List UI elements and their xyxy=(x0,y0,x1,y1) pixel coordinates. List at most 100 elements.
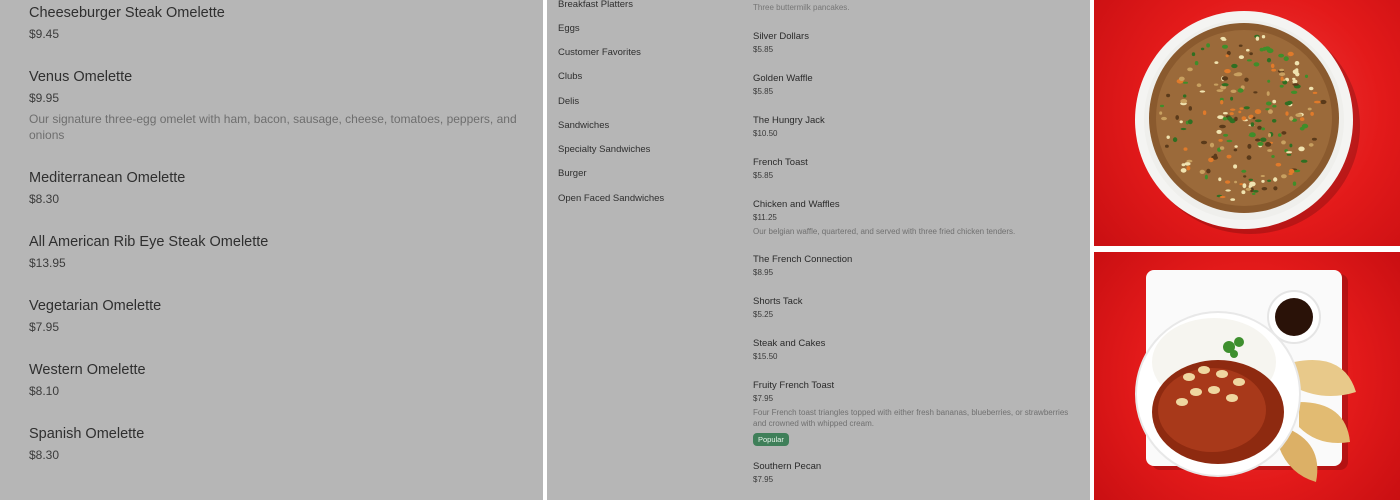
menu-item[interactable]: Silver Dollars $5.85 xyxy=(753,31,1073,55)
rice-fleck xyxy=(1226,154,1232,159)
menu-item-price: $5.85 xyxy=(753,45,774,54)
rice-fleck xyxy=(1221,83,1229,87)
rice-fleck xyxy=(1275,162,1282,167)
rice-fleck xyxy=(1248,114,1254,119)
menu-item-description: Our signature three-egg omelet with ham,… xyxy=(29,112,517,142)
rice-fleck xyxy=(1199,169,1205,174)
menu-item[interactable]: Golden Waffle $5.85 xyxy=(753,73,1073,97)
rice-fleck xyxy=(1300,117,1305,121)
menu-item[interactable]: Cheeseburger Steak Omelette $9.45 xyxy=(29,4,523,42)
rice-fleck xyxy=(1255,138,1261,142)
rice-fleck xyxy=(1289,143,1293,148)
menu-item[interactable]: The French Connection $8.95 xyxy=(753,254,1073,278)
rice-fleck xyxy=(1270,63,1275,69)
menu-item[interactable]: French Toast $5.85 xyxy=(753,157,1073,181)
menu-item[interactable]: Fruity French Toast $7.95 Four French to… xyxy=(753,380,1073,447)
rice-fleck xyxy=(1231,63,1238,69)
rice-fleck xyxy=(1230,198,1236,201)
rice-fleck xyxy=(1183,94,1187,98)
rice-fleck xyxy=(1272,99,1277,104)
chicken-rice-image[interactable] xyxy=(1094,252,1400,500)
category-link-burger[interactable]: Burger xyxy=(558,168,587,180)
menu-item[interactable]: Spanish Omelette $8.30 xyxy=(29,425,523,463)
menu-item[interactable]: Chicken and Waffles $11.25 Our belgian w… xyxy=(753,199,1073,237)
rice-fleck xyxy=(1223,133,1229,137)
rice-fleck xyxy=(1247,143,1252,149)
rice-fleck xyxy=(1219,146,1225,150)
category-link-sandwiches[interactable]: Sandwiches xyxy=(558,120,609,132)
menu-item-price: $13.95 xyxy=(29,256,66,270)
rice-fleck xyxy=(1262,46,1267,51)
rice-fleck xyxy=(1214,61,1219,64)
rice-fleck xyxy=(1271,68,1277,72)
rice-fleck xyxy=(1279,72,1286,77)
popular-badge: Popular xyxy=(753,433,789,446)
food-image-panel xyxy=(1094,0,1400,500)
rice-fleck xyxy=(1165,144,1169,148)
rice-fleck xyxy=(1200,47,1205,51)
rice-fleck xyxy=(1183,81,1188,84)
rice-fleck xyxy=(1292,79,1298,84)
rice-fleck xyxy=(1279,68,1285,72)
rice-fleck xyxy=(1221,76,1229,81)
menu-item[interactable]: Mediterranean Omelette $8.30 xyxy=(29,169,523,207)
rice-fleck xyxy=(1304,74,1309,79)
rice-fleck xyxy=(1285,111,1289,116)
rice-fleck xyxy=(1194,61,1199,66)
rice-fleck xyxy=(1253,62,1260,67)
rice-fleck xyxy=(1243,175,1247,178)
menu-item[interactable]: Shorts Tack $5.25 xyxy=(753,296,1073,320)
menu-item[interactable]: The Hungry Jack $10.50 xyxy=(753,115,1073,139)
rice-fleck xyxy=(1230,89,1237,94)
menu-item-price: $5.25 xyxy=(753,310,774,319)
rice-fleck xyxy=(1243,106,1250,110)
rice-fleck xyxy=(1307,107,1312,111)
menu-item-price: $8.30 xyxy=(29,192,60,206)
rice-fleck xyxy=(1166,135,1170,139)
menu-item-name: Venus Omelette xyxy=(29,69,133,85)
rice-fleck xyxy=(1216,129,1222,134)
category-link-delis[interactable]: Delis xyxy=(558,96,579,108)
menu-item-description: Four French toast triangles topped with … xyxy=(753,408,1069,428)
menu-item-price: $8.10 xyxy=(29,384,60,398)
menu-item-price: $8.95 xyxy=(753,268,774,277)
rice-fleck xyxy=(1288,168,1295,174)
rice-fleck xyxy=(1273,177,1278,182)
rice-fleck xyxy=(1216,89,1224,92)
menu-item[interactable]: Southern Pecan $7.95 xyxy=(753,461,1073,485)
fried-rice-image[interactable] xyxy=(1094,0,1400,246)
rice-fleck xyxy=(1199,90,1206,93)
menu-item[interactable]: Western Omelette $8.10 xyxy=(29,361,523,399)
category-link-specialty-sandwiches[interactable]: Specialty Sandwiches xyxy=(558,144,650,156)
rice-fleck xyxy=(1244,77,1249,82)
rice-fleck xyxy=(1265,142,1272,147)
rice-fleck xyxy=(1272,119,1277,123)
rice-fleck xyxy=(1166,93,1171,98)
rice-fleck xyxy=(1223,112,1228,115)
category-link-open-faced-sandwiches[interactable]: Open Faced Sandwiches xyxy=(558,193,664,205)
category-link-breakfast-platters[interactable]: Breakfast Platters xyxy=(558,0,633,11)
category-link-customer-favorites[interactable]: Customer Favorites xyxy=(558,47,641,59)
menu-item[interactable]: Venus Omelette $9.95 Our signature three… xyxy=(29,68,523,143)
menu-item-price: $7.95 xyxy=(753,475,774,484)
rice-fleck xyxy=(1183,147,1188,151)
rice-fleck xyxy=(1290,90,1298,95)
rice-fleck xyxy=(1206,168,1211,174)
rice-fleck xyxy=(1281,174,1287,179)
menu-item-name: All American Rib Eye Steak Omelette xyxy=(29,234,269,250)
rice-fleck xyxy=(1286,151,1293,154)
category-link-eggs[interactable]: Eggs xyxy=(558,23,580,35)
chicken-rice-plate-illustration xyxy=(1135,270,1356,482)
rice-fleck xyxy=(1320,99,1327,105)
menu-item[interactable]: Vegetarian Omelette $7.95 xyxy=(29,297,523,335)
rice-fleck xyxy=(1241,169,1247,173)
menu-item[interactable]: All American Rib Eye Steak Omelette $13.… xyxy=(29,233,523,271)
rice-fleck xyxy=(1233,72,1241,77)
menu-item[interactable]: Steak and Cakes $15.50 xyxy=(753,338,1073,362)
rice-fleck xyxy=(1172,137,1178,143)
rice-fleck xyxy=(1261,35,1266,39)
rice-fleck xyxy=(1314,100,1321,104)
category-link-clubs[interactable]: Clubs xyxy=(558,71,582,83)
rice-fleck xyxy=(1292,83,1299,86)
rice-fleck xyxy=(1246,155,1252,160)
